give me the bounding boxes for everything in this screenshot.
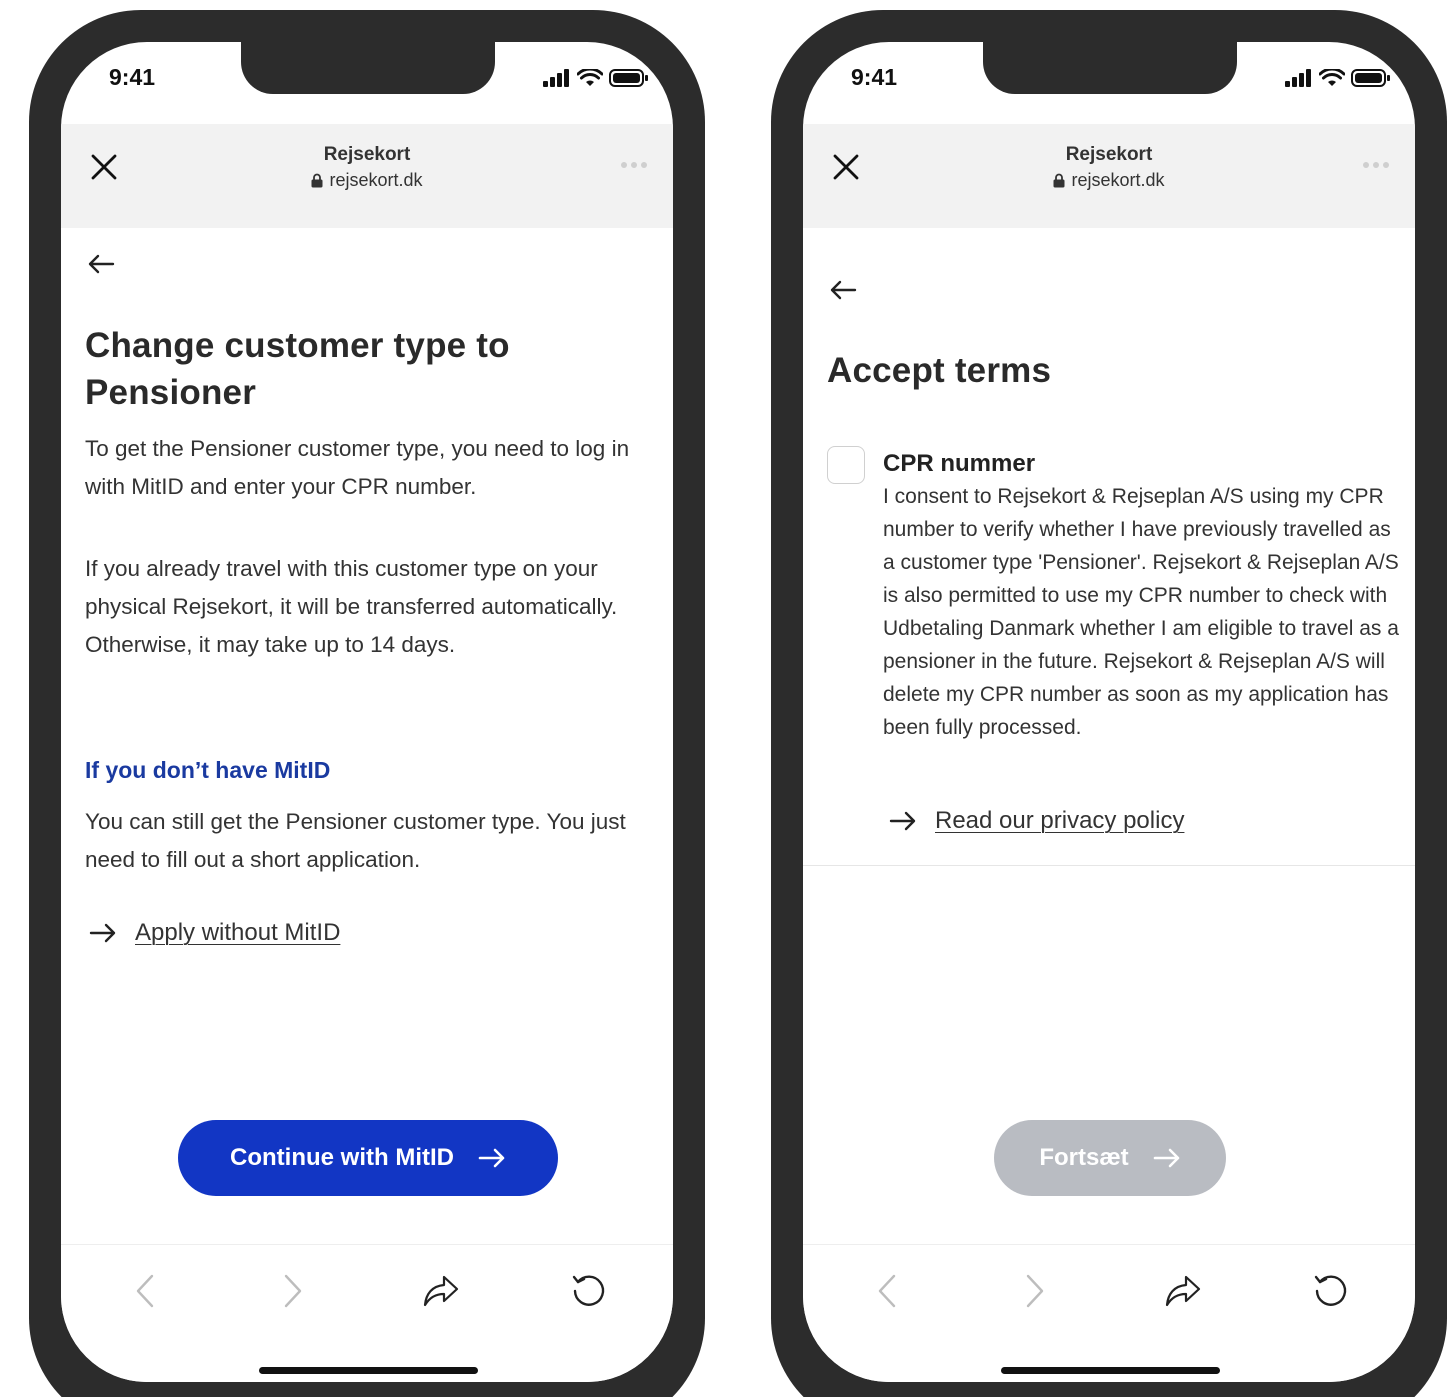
site-url-text: rejsekort.dk xyxy=(329,170,423,190)
apply-without-mitid-link[interactable]: Apply without MitID xyxy=(89,919,340,947)
page-title: Change customer type to Pensioner xyxy=(85,322,645,416)
privacy-policy-link[interactable]: Read our privacy policy xyxy=(889,807,1184,835)
privacy-policy-text: Read our privacy policy xyxy=(935,807,1185,834)
browser-nav-bar xyxy=(61,1244,673,1382)
site-url: rejsekort.dk xyxy=(61,170,673,191)
reload-icon xyxy=(572,1275,605,1306)
back-button[interactable] xyxy=(87,252,119,276)
site-url: rejsekort.dk xyxy=(803,170,1415,191)
phone-screen-right: 9:41 Rejsekort rejsekort.dk Accept terms… xyxy=(803,42,1415,1382)
notch xyxy=(241,42,495,94)
reload-button[interactable] xyxy=(569,1271,609,1311)
chevron-right-icon xyxy=(284,1274,302,1308)
cpr-consent-checkbox[interactable] xyxy=(827,446,865,484)
nav-forward-button[interactable] xyxy=(1015,1271,1055,1311)
share-icon xyxy=(423,1275,459,1307)
divider xyxy=(803,865,1415,866)
continue-with-mitid-label: Continue with MitID xyxy=(230,1144,454,1171)
no-mitid-heading: If you don’t have MitID xyxy=(85,757,331,783)
lock-icon xyxy=(311,173,323,188)
browser-bar: Rejsekort rejsekort.dk xyxy=(61,124,673,228)
battery-icon xyxy=(1351,69,1390,87)
home-indicator xyxy=(1001,1367,1220,1374)
site-url-text: rejsekort.dk xyxy=(1071,170,1165,190)
phone-frame-left: 9:41 Rejsekort rejsekort.dk Change custo… xyxy=(29,10,705,1397)
status-time: 9:41 xyxy=(109,64,156,90)
wifi-icon xyxy=(577,68,603,86)
lock-icon xyxy=(1053,173,1065,188)
chevron-right-icon xyxy=(1026,1274,1044,1308)
site-title: Rejsekort xyxy=(323,144,411,165)
reload-button[interactable] xyxy=(1311,1271,1351,1311)
arrow-right-icon xyxy=(889,811,916,831)
apply-without-mitid-text: Apply without MitID xyxy=(135,919,341,946)
arrow-right-icon xyxy=(478,1148,505,1168)
reload-icon xyxy=(1314,1275,1347,1306)
browser-bar: Rejsekort rejsekort.dk xyxy=(803,124,1415,228)
wifi-icon xyxy=(1319,68,1345,86)
signal-icon xyxy=(1285,69,1311,87)
nav-back-button[interactable] xyxy=(125,1271,165,1311)
page-title: Accept terms xyxy=(827,351,1052,390)
status-icons xyxy=(1285,68,1391,88)
fortsaet-button[interactable]: Fortsæt xyxy=(994,1120,1226,1196)
arrow-left-icon xyxy=(830,280,857,300)
back-button[interactable] xyxy=(829,278,861,302)
site-title: Rejsekort xyxy=(1065,144,1153,165)
notch xyxy=(983,42,1237,94)
browser-nav-bar xyxy=(803,1244,1415,1382)
share-button[interactable] xyxy=(1163,1271,1203,1311)
intro-text: To get the Pensioner customer type, you … xyxy=(85,436,630,499)
more-dots-icon[interactable] xyxy=(1363,162,1389,168)
phone-frame-right: 9:41 Rejsekort rejsekort.dk Accept terms… xyxy=(771,10,1447,1397)
arrow-right-icon xyxy=(89,923,116,943)
status-icons xyxy=(543,68,649,88)
transfer-text: If you already travel with this customer… xyxy=(85,556,618,657)
nav-back-button[interactable] xyxy=(867,1271,907,1311)
nav-forward-button[interactable] xyxy=(273,1271,313,1311)
chevron-left-icon xyxy=(878,1274,896,1308)
signal-icon xyxy=(543,69,569,87)
phone-screen-left: 9:41 Rejsekort rejsekort.dk Change custo… xyxy=(61,42,673,1382)
checkbox-title: CPR nummer xyxy=(883,450,1036,477)
page-title-line2: Pensioner xyxy=(85,373,257,412)
more-dots-icon[interactable] xyxy=(621,162,647,168)
status-time: 9:41 xyxy=(851,64,898,90)
fortsaet-label: Fortsæt xyxy=(1039,1144,1129,1171)
arrow-left-icon xyxy=(88,254,115,274)
consent-text: I consent to Rejsekort & Rejseplan A/S u… xyxy=(883,485,1399,739)
arrow-right-icon xyxy=(1153,1148,1179,1168)
share-icon xyxy=(1165,1275,1201,1307)
page-title-line1: Change customer type to xyxy=(85,326,510,365)
continue-with-mitid-button[interactable]: Continue with MitID xyxy=(178,1120,558,1196)
battery-icon xyxy=(609,69,648,87)
no-mitid-text: You can still get the Pensioner customer… xyxy=(85,809,626,872)
home-indicator xyxy=(259,1367,478,1374)
share-button[interactable] xyxy=(421,1271,461,1311)
chevron-left-icon xyxy=(136,1274,154,1308)
